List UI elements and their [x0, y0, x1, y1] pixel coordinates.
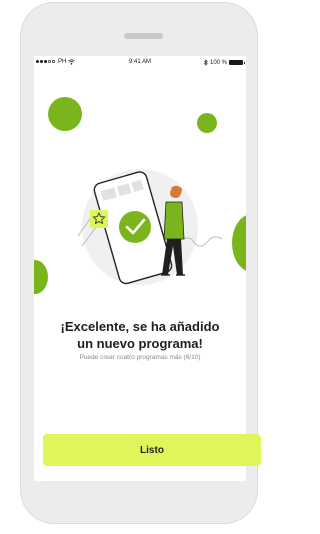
- programs-remaining-text: Puede crear cuatro programas más (6/10): [79, 354, 201, 361]
- done-button[interactable]: Listo: [43, 434, 261, 466]
- success-headline: ¡Excelente, se ha añadido un nuevo progr…: [34, 318, 246, 352]
- headline-line-1: ¡Excelente, se ha añadido: [60, 319, 220, 334]
- app-screen: PH 9:41 AM 100 % ¡Excelente, se ha añadi…: [34, 56, 246, 481]
- phone-speaker: [124, 33, 163, 39]
- success-illustration: [77, 169, 223, 285]
- headline-line-2: un nuevo programa!: [77, 336, 203, 351]
